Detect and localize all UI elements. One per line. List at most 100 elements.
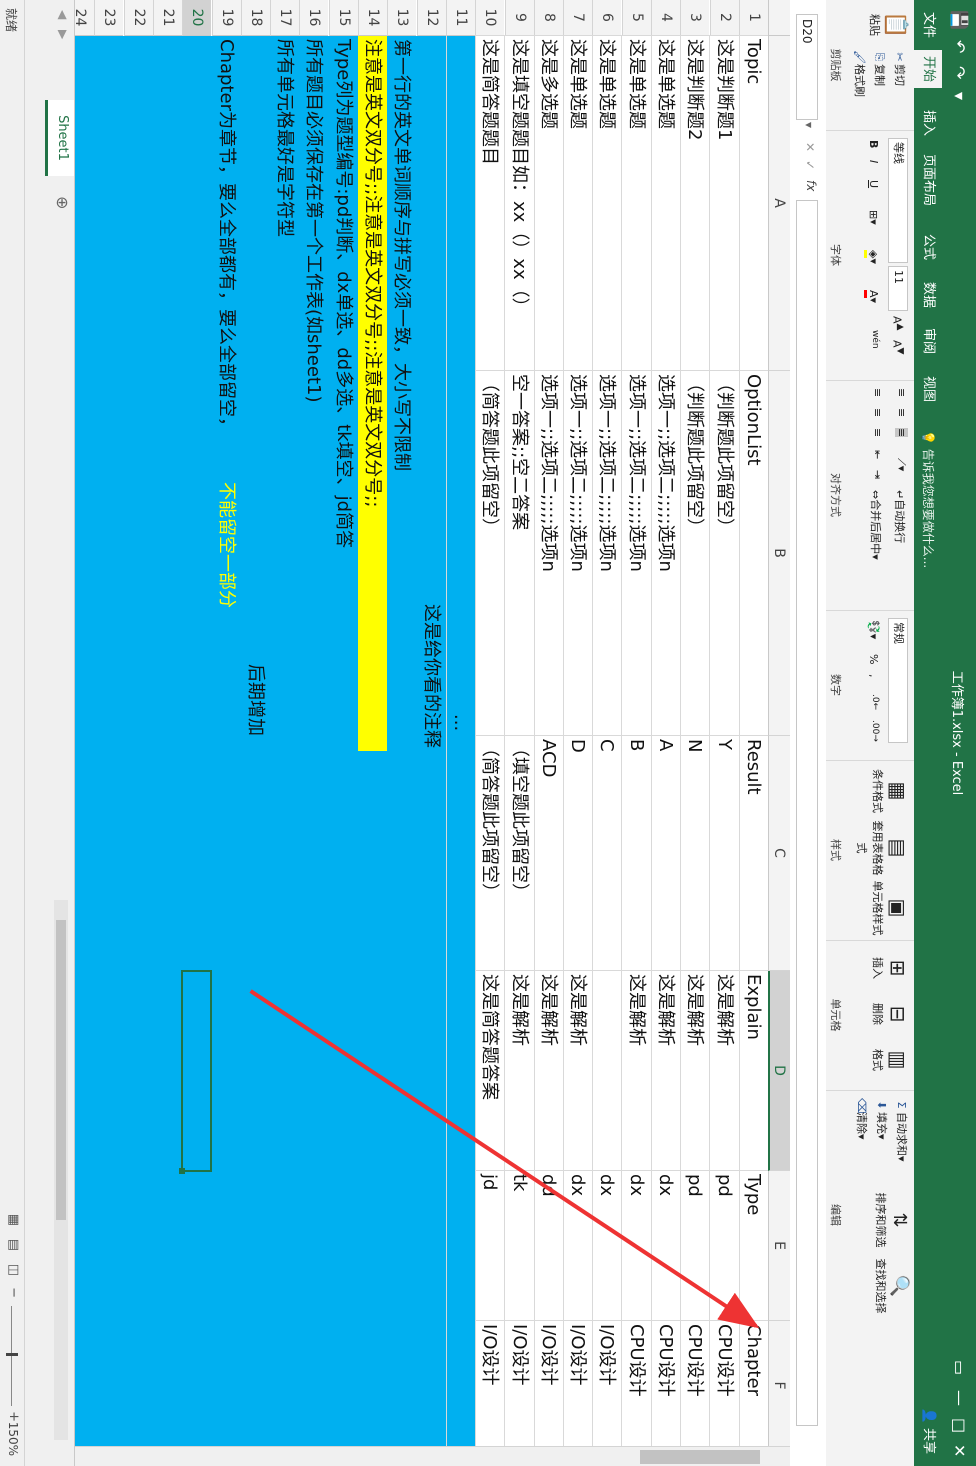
tab-page-layout[interactable]: 页面布局	[914, 148, 942, 212]
number-format-select[interactable]: 常规	[888, 618, 908, 743]
tab-data[interactable]: 数据	[914, 276, 942, 314]
tell-me-search[interactable]: 💡 告诉我您想要做什么...	[914, 430, 942, 568]
page-break-view-icon[interactable]: ◫	[6, 1264, 21, 1276]
paste-icon: 📋	[883, 11, 908, 39]
align-center-button[interactable]: ≡	[871, 408, 884, 417]
tab-review[interactable]: 审阅	[914, 322, 942, 360]
align-left-button[interactable]: ≡	[871, 388, 884, 397]
cell-styles-button[interactable]: ▣ 单元格样式	[870, 880, 910, 936]
font-name-select[interactable]: 等线	[888, 138, 908, 263]
sort-filter-button[interactable]: ⇅ 排序和筛选	[873, 1190, 910, 1250]
person-icon: 👤	[921, 1407, 936, 1424]
italic-button[interactable]: I	[867, 160, 880, 163]
percent-button[interactable]: %	[867, 654, 880, 664]
add-sheet-icon[interactable]: ⊕	[53, 196, 72, 209]
increase-decimal-button[interactable]: .0←	[870, 694, 880, 710]
sort-icon: ⇅	[889, 1212, 910, 1228]
fill-button[interactable]: ⬇填充▾	[874, 1098, 890, 1139]
tab-insert[interactable]: 插入	[914, 104, 942, 142]
bottom-align-button[interactable]: ≡	[895, 428, 908, 438]
tab-view[interactable]: 视图	[914, 370, 942, 408]
underline-button[interactable]: U	[867, 180, 880, 188]
zoom-in-icon[interactable]: +	[6, 1411, 21, 1422]
page-layout-view-icon[interactable]: ▤	[6, 1239, 21, 1251]
grow-font-button[interactable]: A▲	[890, 316, 906, 331]
tab-file[interactable]: 文件	[914, 6, 942, 44]
wrap-icon: ↵	[893, 490, 906, 500]
copy-button[interactable]: ⎘ 复制	[872, 50, 888, 86]
zoom-out-icon[interactable]: −	[6, 1287, 21, 1298]
font-group: 等线 11 A▲ A▼ B I U ⊞▾ ◈▾ A▾ wén 字体	[826, 130, 914, 381]
vertical-scroll-thumb[interactable]	[640, 1450, 760, 1464]
horizontal-scroll-thumb[interactable]	[56, 920, 66, 1220]
autosum-button[interactable]: Σ自动求和▾	[894, 1098, 910, 1162]
clear-label: 清除	[855, 1112, 868, 1134]
align-right-button[interactable]: ≡	[871, 428, 884, 437]
shrink-font-button[interactable]: A▼	[890, 340, 906, 355]
format-painter-label: 格式刷	[853, 64, 866, 97]
format-painter-button[interactable]: 🖌格式刷	[852, 50, 868, 97]
name-box-dropdown-icon[interactable]: ▾	[802, 122, 816, 128]
paste-label: 粘贴	[868, 14, 881, 36]
find-select-button[interactable]: 🔍 查找和选择	[873, 1256, 910, 1316]
decrease-indent-button[interactable]: ⇤	[871, 450, 884, 459]
clear-button[interactable]: ⌫清除▾	[854, 1098, 870, 1140]
cancel-icon[interactable]: ✕	[803, 142, 817, 152]
fx-icon[interactable]: fx	[804, 180, 818, 191]
tab-home[interactable]: 开始	[914, 50, 942, 89]
prev-sheet-icon[interactable]: ◀	[56, 10, 70, 19]
zoom-level[interactable]: 150%	[6, 1422, 20, 1456]
insert-cells-button[interactable]: ⊞ 插入	[870, 948, 910, 988]
ribbon-tabs: 文件 开始 插入 页面布局 公式 数据 审阅 视图 💡 告诉我您想要做什么...…	[914, 0, 942, 1466]
orientation-button[interactable]: ⟋▾	[894, 458, 908, 471]
editing-group-label: 编辑	[829, 1204, 842, 1226]
enter-icon[interactable]: ✓	[803, 160, 817, 170]
borders-button[interactable]: ⊞▾	[867, 210, 880, 225]
number-group-label: 数字	[829, 674, 842, 696]
vertical-scrollbar[interactable]	[75, 1446, 790, 1466]
merge-label: 合并后居中	[869, 499, 882, 555]
comma-button[interactable]: ,	[867, 674, 880, 678]
wrap-text-button[interactable]: ↵自动换行	[892, 490, 908, 543]
merge-center-button[interactable]: ⇔合并后居中▾	[868, 490, 884, 560]
phonetic-button[interactable]: wén	[870, 330, 880, 349]
sheet-tab-sheet1[interactable]: Sheet1	[45, 100, 74, 176]
magnifier-icon: 🔍	[889, 1274, 910, 1298]
next-sheet-icon[interactable]: ▶	[56, 30, 70, 39]
format-table-button[interactable]: ▤ 套用表格格式	[854, 820, 910, 876]
font-color-button[interactable]: A▾	[864, 290, 880, 303]
minimize-icon[interactable]: —	[950, 1390, 969, 1406]
middle-align-button[interactable]: ≡	[895, 408, 908, 417]
accounting-format-button[interactable]: 💱▾	[867, 620, 880, 639]
top-align-button[interactable]: ≡	[895, 388, 908, 397]
horizontal-scrollbar[interactable]	[54, 900, 68, 1440]
normal-view-icon[interactable]: ▦	[6, 1214, 21, 1226]
fill-color-button[interactable]: ◈▾	[864, 250, 880, 264]
share-button[interactable]: 👤 共享	[914, 1408, 942, 1454]
maximize-icon[interactable]: □	[950, 1418, 969, 1433]
close-icon[interactable]: ✕	[950, 1444, 969, 1457]
cut-label: 剪切	[893, 64, 906, 86]
delete-cells-button[interactable]: ⊟ 删除	[870, 994, 910, 1034]
scissors-icon: ✂	[893, 52, 906, 62]
table-icon: ▤	[886, 838, 910, 858]
font-color-icon: A	[864, 290, 880, 298]
zoom-slider[interactable]	[11, 1306, 12, 1406]
tell-me-text: 告诉我您想要做什么...	[921, 448, 935, 569]
tab-formulas[interactable]: 公式	[914, 228, 942, 266]
conditional-format-button[interactable]: ▦ 条件格式	[870, 766, 910, 816]
worksheet-grid[interactable]: ABCDEF 1 2 3 4 5 6 7 8 9 10 11 12 13 14 15 16 17 18 19 20 21…	[64, 0, 790, 1466]
decrease-decimal-button[interactable]: .00→	[870, 720, 880, 742]
font-size-select[interactable]: 11	[888, 266, 908, 311]
name-box[interactable]: D20	[796, 14, 818, 120]
number-group: 常规 💱▾ % , .0← .00→ 数字	[826, 610, 914, 761]
formula-bar: D20 ▾ ✕ ✓ fx	[789, 0, 826, 1466]
bold-button[interactable]: B	[867, 140, 880, 148]
zoom-slider-thumb[interactable]	[6, 1353, 18, 1356]
paste-button[interactable]: 📋 粘贴	[867, 8, 908, 42]
ribbon-display-icon[interactable]: ▭	[950, 1360, 969, 1375]
format-cells-button[interactable]: ▥ 格式	[870, 1040, 910, 1080]
cut-button[interactable]: ✂ 剪切	[892, 50, 908, 86]
increase-indent-button[interactable]: ⇥	[871, 470, 884, 479]
formula-input[interactable]	[796, 200, 818, 1426]
